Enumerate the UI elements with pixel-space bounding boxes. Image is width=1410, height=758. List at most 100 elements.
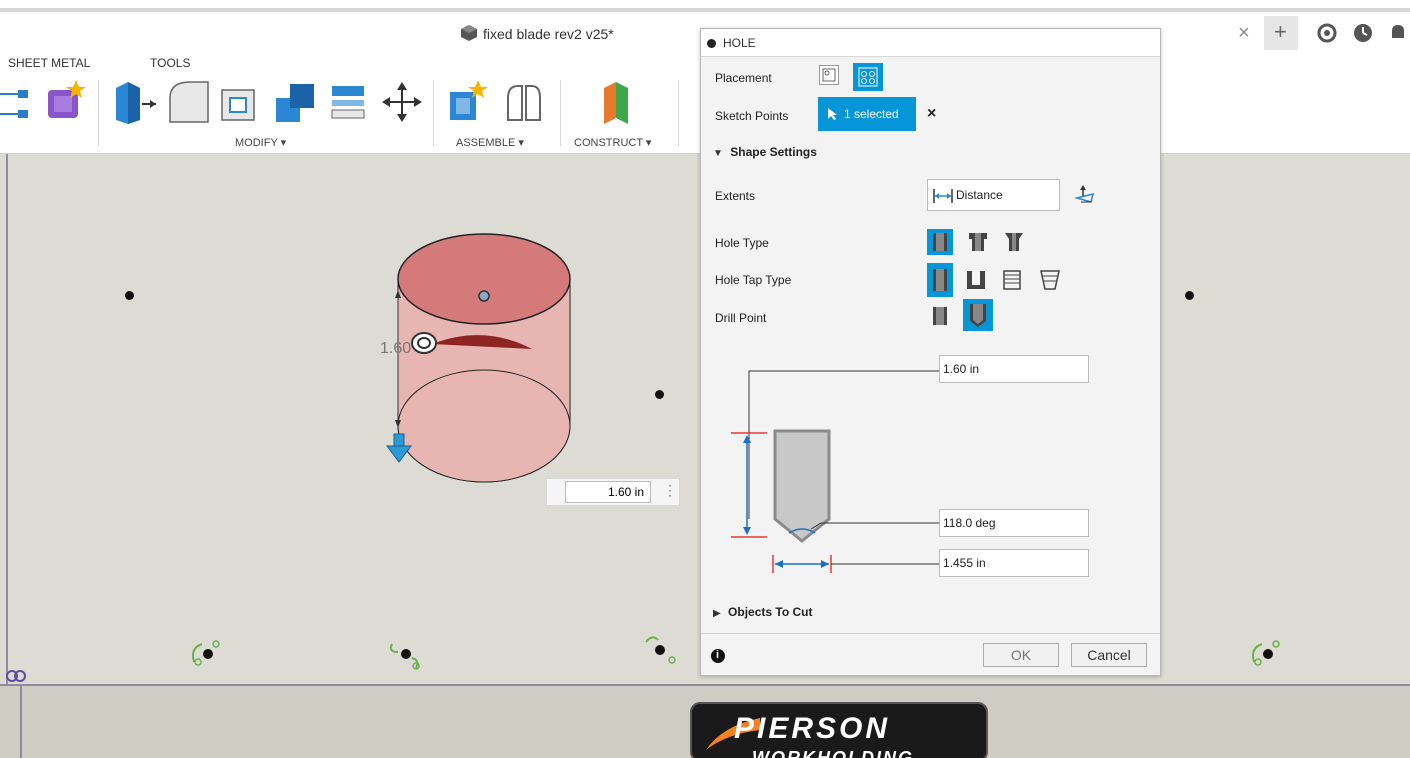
drill-point-label: Drill Point — [715, 311, 767, 325]
extents-label: Extents — [715, 189, 756, 203]
counterbore-hole-type-button[interactable] — [965, 229, 991, 255]
tab-tools[interactable]: TOOLS — [150, 56, 190, 70]
construct-plane-icon[interactable] — [594, 78, 640, 124]
offset-face-icon[interactable] — [326, 80, 372, 124]
hole-depth-input[interactable]: 1.60 in — [939, 355, 1089, 383]
counterbore-icon — [969, 233, 987, 251]
placement-multiple-button[interactable] — [853, 63, 883, 91]
plus-icon: + — [1274, 19, 1287, 44]
sketch-edge-line — [6, 154, 8, 684]
drill-point-angle-input[interactable]: 118.0 deg — [939, 509, 1089, 537]
hole-dialog-title: HOLE — [723, 36, 756, 50]
hole-dialog-header[interactable]: HOLE — [701, 29, 1160, 57]
hole-tap-type-label: Hole Tap Type — [715, 273, 792, 287]
distance-icon — [933, 189, 953, 203]
hole-dimension-diagram — [731, 370, 939, 573]
angled-drill-point-icon — [970, 304, 986, 327]
shell-icon[interactable] — [218, 80, 262, 124]
flat-drill-point-icon — [933, 307, 947, 325]
taper-tapped-icon — [1040, 270, 1060, 290]
info-icon[interactable]: i — [711, 649, 725, 663]
shape-settings-toggle[interactable]: ▼ Shape Settings — [713, 145, 817, 159]
cancel-button[interactable]: Cancel — [1071, 643, 1147, 667]
logo-text-workholding: WORKHOLDING — [752, 748, 914, 758]
clear-selection-icon[interactable]: × — [927, 105, 936, 123]
notifications-icon[interactable] — [1386, 22, 1410, 44]
new-component-icon[interactable] — [446, 78, 492, 124]
origin-point-icon — [6, 670, 26, 682]
simple-tap-button[interactable] — [927, 263, 953, 297]
hole-diameter-input[interactable]: 1.455 in — [939, 549, 1089, 577]
countersink-icon — [1005, 233, 1023, 251]
tapped-icon — [1003, 270, 1021, 290]
sketch-points-label: Sketch Points — [715, 109, 789, 123]
depth-dimension-label: 1.60 — [380, 340, 412, 357]
pierson-logo: PIERSON WORKHOLDING — [690, 702, 988, 758]
clearance-tap-button[interactable] — [963, 267, 989, 293]
sketch-points-selection[interactable]: 1 selected — [818, 97, 916, 131]
inline-depth-input[interactable]: 1.60 in — [565, 481, 651, 503]
depth-drag-arrow-icon[interactable] — [385, 432, 413, 464]
more-options-icon[interactable]: ⋮ — [663, 482, 677, 499]
flip-direction-icon[interactable] — [1073, 184, 1097, 208]
tab-sheet-metal[interactable]: SHEET METAL — [8, 56, 90, 70]
sketch-point[interactable] — [1185, 291, 1194, 300]
dialog-bullet-icon — [707, 39, 716, 48]
document-title: fixed blade rev2 v25* — [483, 26, 614, 42]
toolbar-separator — [678, 80, 679, 146]
hole-type-label: Hole Type — [715, 236, 769, 250]
flat-drill-point-button[interactable] — [927, 303, 953, 329]
create-form-icon[interactable] — [44, 78, 88, 122]
assemble-menu[interactable]: ASSEMBLE ▾ — [456, 136, 524, 149]
constrained-point-icon[interactable] — [386, 636, 426, 670]
countersink-hole-type-button[interactable] — [1001, 229, 1027, 255]
joint-icon[interactable] — [500, 80, 546, 124]
placement-label: Placement — [715, 71, 772, 85]
simple-tap-icon — [933, 269, 947, 291]
shape-settings-label: Shape Settings — [730, 145, 817, 159]
simple-hole-icon — [933, 233, 947, 251]
modify-menu[interactable]: MODIFY ▾ — [235, 136, 286, 149]
move-icon[interactable] — [380, 80, 424, 124]
toolbar-separator — [560, 80, 561, 146]
extents-value: Distance — [956, 188, 1003, 202]
angled-drill-point-button[interactable] — [963, 299, 993, 331]
job-status-icon[interactable] — [1352, 22, 1374, 44]
simple-hole-type-button[interactable] — [927, 229, 953, 255]
toolbar-separator — [98, 80, 99, 146]
constrained-point-icon[interactable] — [642, 632, 682, 668]
taper-tapped-button[interactable] — [1037, 267, 1063, 293]
logo-text-pierson: PIERSON — [734, 712, 891, 745]
fillet-icon[interactable] — [166, 78, 212, 124]
new-tab-button[interactable]: + — [1264, 16, 1298, 50]
ok-button[interactable]: OK — [983, 643, 1059, 667]
body-edge-line — [20, 686, 22, 758]
sketch-point[interactable] — [125, 291, 134, 300]
close-tab-icon[interactable]: × — [1238, 22, 1250, 45]
sketch-points-value: 1 selected — [844, 107, 899, 121]
extensions-icon[interactable] — [1316, 22, 1338, 44]
objects-to-cut-toggle[interactable]: ▶ Objects To Cut — [713, 605, 813, 619]
construct-menu[interactable]: CONSTRUCT ▾ — [574, 136, 651, 149]
sketch-point[interactable] — [655, 390, 664, 399]
placement-single-button[interactable] — [819, 65, 839, 85]
single-hole-icon — [822, 68, 836, 82]
objects-to-cut-label: Objects To Cut — [728, 605, 813, 619]
caret-right-icon: ▶ — [713, 608, 721, 619]
sketch-tool-icon[interactable] — [0, 86, 32, 122]
dialog-footer-divider — [701, 633, 1160, 634]
combine-icon[interactable] — [272, 78, 320, 124]
toolbar-separator — [433, 80, 434, 146]
constrained-point-icon[interactable] — [188, 636, 228, 668]
document-cube-icon — [461, 25, 477, 41]
tapped-button[interactable] — [999, 267, 1025, 293]
clearance-tap-icon — [967, 271, 985, 289]
extents-select[interactable]: Distance — [927, 179, 1060, 211]
constrained-point-icon[interactable] — [1248, 636, 1288, 668]
hole-dialog: HOLE Placement Sketch Points 1 selected … — [700, 28, 1161, 676]
multi-hole-icon — [858, 67, 878, 87]
rotate-handle-icon[interactable] — [410, 330, 438, 356]
press-pull-icon[interactable] — [110, 78, 158, 124]
window-top-strip — [0, 0, 1410, 12]
lower-body-face: PIERSON WORKHOLDING — [0, 684, 1410, 758]
